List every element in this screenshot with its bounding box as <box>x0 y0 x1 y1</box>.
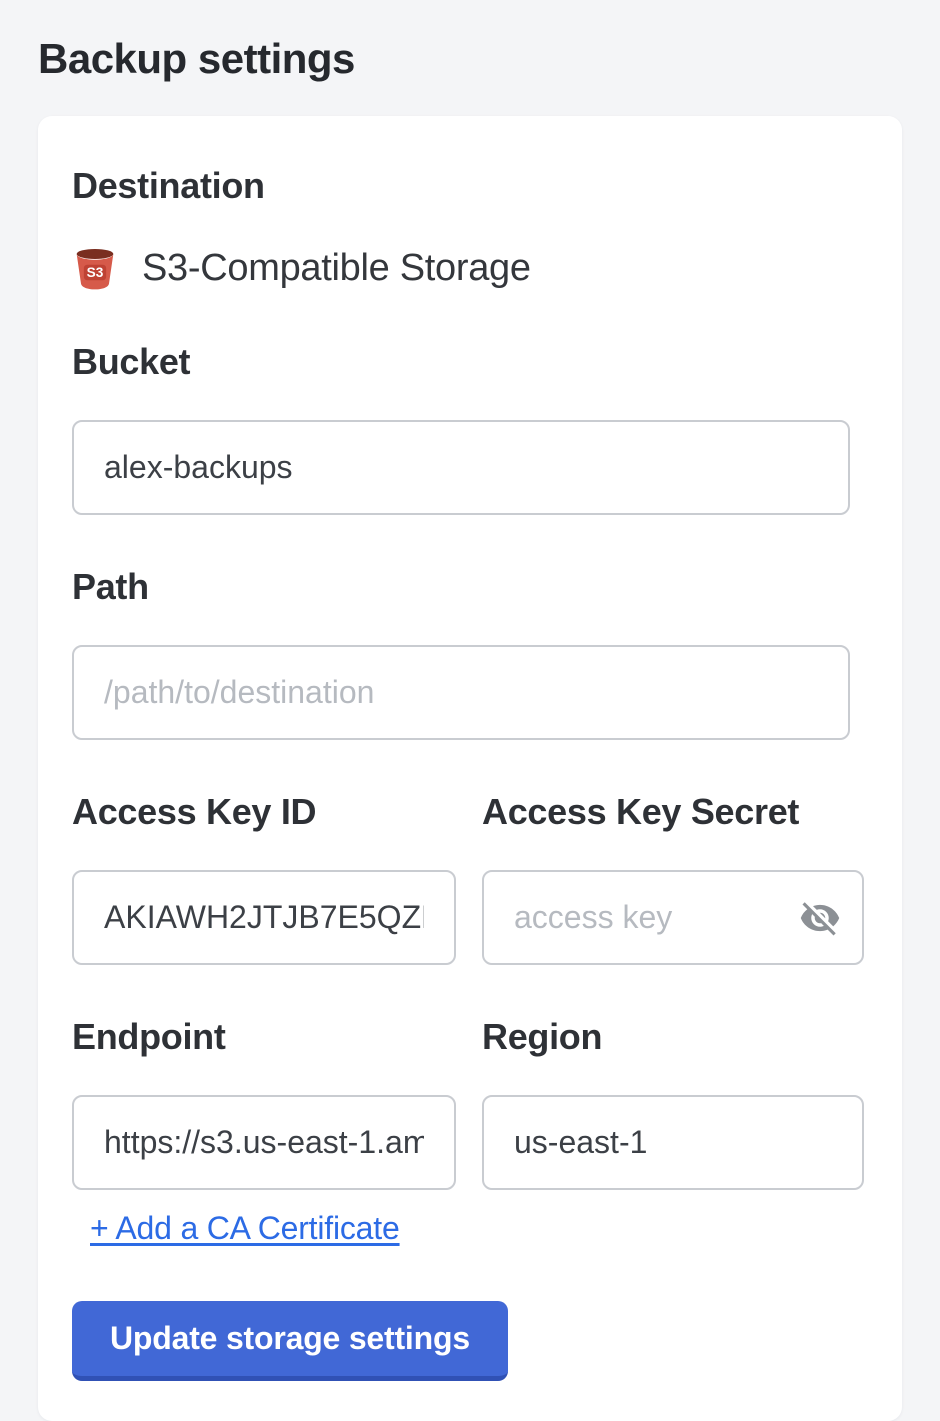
region-input[interactable] <box>482 1095 864 1190</box>
endpoint-region-row: Endpoint Region <box>72 1017 866 1190</box>
endpoint-wrap <box>72 1095 456 1190</box>
add-ca-certificate-link[interactable]: + Add a CA Certificate <box>90 1210 400 1247</box>
endpoint-label: Endpoint <box>72 1017 456 1057</box>
path-input[interactable] <box>72 645 850 740</box>
bucket-input[interactable] <box>72 420 850 515</box>
access-keys-row: Access Key ID Access Key Secret <box>72 792 866 965</box>
path-label: Path <box>72 567 866 607</box>
access-key-id-wrap <box>72 870 456 965</box>
region-label: Region <box>482 1017 864 1057</box>
path-field: Path <box>72 567 866 740</box>
destination-label: Destination <box>72 166 866 206</box>
bucket-label: Bucket <box>72 342 866 382</box>
region-wrap <box>482 1095 864 1190</box>
update-storage-settings-button[interactable]: Update storage settings <box>72 1301 508 1381</box>
access-key-secret-wrap <box>482 870 864 965</box>
s3-badge-text: S3 <box>87 265 104 280</box>
endpoint-input[interactable] <box>72 1095 456 1190</box>
eye-off-icon <box>799 897 841 939</box>
access-key-id-input[interactable] <box>72 870 456 965</box>
destination-value: S3-Compatible Storage <box>142 247 531 290</box>
access-key-secret-label: Access Key Secret <box>482 792 864 832</box>
page-title: Backup settings <box>38 38 902 80</box>
s3-bucket-icon: S3 <box>72 244 118 292</box>
backup-settings-card: Destination S3 S3-Compatible Storage Buc… <box>38 116 902 1421</box>
access-key-id-label: Access Key ID <box>72 792 456 832</box>
backup-settings-page: Backup settings Destination S3 S3-Compat… <box>0 0 940 1421</box>
destination-row: S3 S3-Compatible Storage <box>72 244 866 292</box>
submit-row: Update storage settings <box>72 1301 866 1381</box>
secret-visibility-toggle-button[interactable] <box>796 894 844 942</box>
bucket-field: Bucket <box>72 342 866 515</box>
